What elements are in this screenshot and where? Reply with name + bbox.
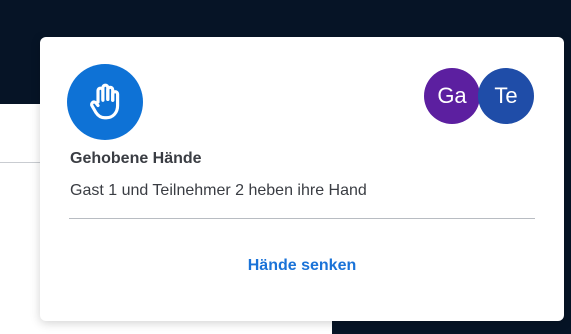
avatar-initials: Te bbox=[494, 83, 518, 108]
notification-divider bbox=[69, 218, 535, 219]
avatar-guest: Ga bbox=[424, 68, 480, 124]
notification-message: Gast 1 und Teilnehmer 2 heben ihre Hand bbox=[70, 182, 367, 199]
avatar-initials: Ga bbox=[437, 83, 467, 108]
notification-title: Gehobene Hände bbox=[70, 150, 202, 167]
raised-hands-notification: Ga Te Gehobene Hände Gast 1 und Teilnehm… bbox=[40, 37, 564, 321]
raised-hand-icon bbox=[67, 64, 143, 140]
lower-hands-button[interactable]: Hände senken bbox=[40, 257, 564, 275]
avatar-participant: Te bbox=[478, 68, 534, 124]
